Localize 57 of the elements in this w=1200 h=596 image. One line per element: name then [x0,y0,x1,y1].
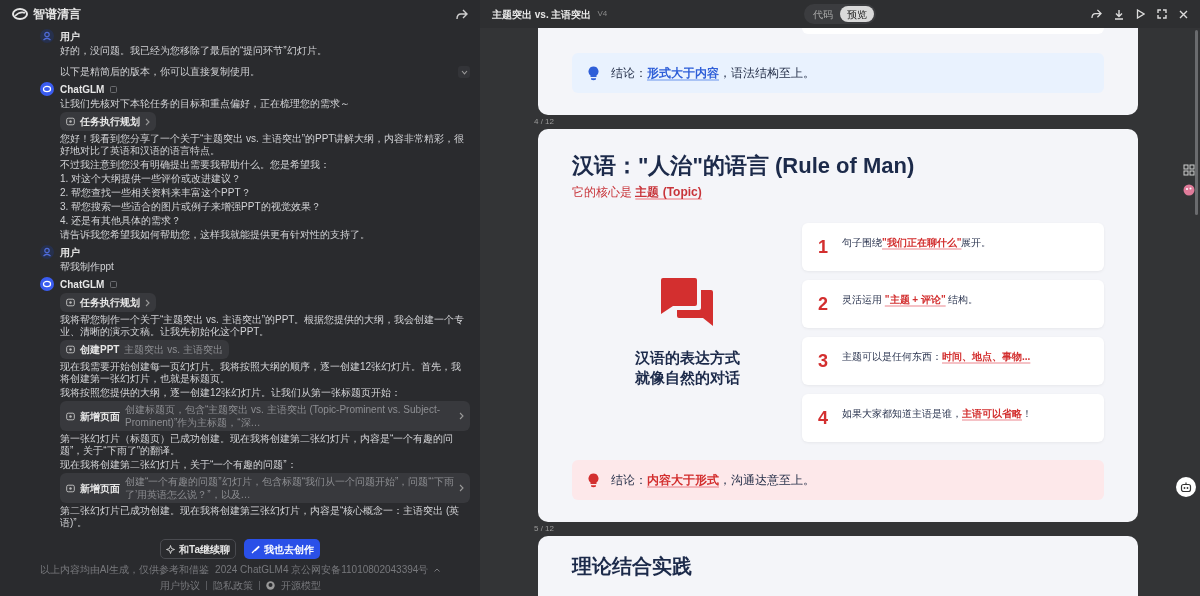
message-text: 现在我需要开始创建每一页幻灯片。我将按照大纲的顺序，逐一创建12张幻灯片。首先，我将创建第一张幻灯片，也就是标题页。 [60,361,463,385]
document-title: 主题突出 vs. 主语突出 [492,7,592,22]
chip-label: 任务执行规划 [80,296,140,310]
message-text: 不过我注意到您没有明确提出需要我帮助什么。您是希望我： [60,159,331,171]
message-text: 请告诉我您希望我如何帮助您，这样我就能提供更有针对性的支持了。 [60,229,371,241]
point-number: 3 [818,349,829,373]
author-name: ChatGLM [60,277,105,292]
message-text: 1. 对这个大纲提供一些评价或改进建议？ [60,173,243,185]
slide-caption: 就像自然的对话 [634,367,740,388]
chip-detail: 创建标题页，包含“主题突出 vs. 主语突出 (Topic-Prominent vs. Subject-Prominent)”作为主标题，“深… [125,403,442,429]
tool-call-chip[interactable]: 任务执行规划 [60,293,156,312]
point-text: 如果大家都知道主语是谁，主语可以省略！ [842,406,1032,421]
message-text: 以下是精简后的版本，你可以直接复制使用。 [60,66,261,78]
point-text: 主题可以是任何东西：时间、地点、事物... [842,349,1031,364]
message-text: 您好！我看到您分享了一个关于“主题突出 vs. 主语突出”的PPT讲解大纲，内容非常精彩，很好地对比了英语和汉语的语言特点。 [60,133,466,157]
tool-call-chip[interactable]: 创建PPT 主题突出 vs. 主语突出 [60,340,229,359]
message-text: 3. 帮您搜索一些适合的图片或例子来增强PPT的视觉效果？ [60,201,322,213]
page-number: 4 / 12 [534,116,554,128]
page-number: 5 / 12 [534,523,554,535]
chip-label: 新增页面 [80,481,120,496]
slide-caption: 汉语的表达方式 [634,347,740,368]
continue-chat-button[interactable]: 和Ta继续聊 [160,539,236,559]
point-number: 1 [818,235,829,259]
copyright-text: 2024 ChatGLM4 京公网安备11010802043394号 [215,563,429,577]
message-text: 我将帮您制作一个关于“主题突出 vs. 主语突出”的PPT。根据您提供的大纲，我会创建一个专业、清晰的演示文稿。让我先初始化这个PPT。 [60,314,466,338]
author-name: 用户 [60,29,80,44]
message-text: 我将按照您提供的大纲，逐一创建12张幻灯片。让我们从第一张标题页开始： [60,387,403,399]
app-name: 智谱清言 [33,6,81,23]
message-text: 好的，没问题。我已经为您移除了最后的“提问环节”幻灯片。 [60,45,328,57]
message-text: 第二张幻灯片已成功创建。现在我将创建第三张幻灯片，内容是“核心概念一：主语突出 (英语)”。 [60,505,461,529]
message-text: 帮我制作ppt [60,261,115,273]
point-text: 灵活运用 "主题 + 评论" 结构。 [842,292,979,307]
chip-label: 创建PPT [80,343,120,357]
slide-title: 汉语："人治"的语言 (Rule of Man) [571,152,916,180]
conclusion-text: 结论：形式大于内容，语法结构至上。 [611,65,815,82]
tool-call-chip[interactable]: 新增页面 创建标题页，包含“主题突出 vs. 主语突出 (Topic-Prominent vs. Subject-Prominent)”作为主标题，“深… [60,401,470,431]
slide-title: 理论结合实践 [570,554,693,578]
message-text: 让我们先核对下本轮任务的目标和重点偏好，正在梳理您的需求～ [60,98,351,110]
create-button[interactable]: 我也去创作 [244,539,320,559]
message-text: 第一张幻灯片（标题页）已成功创建。现在我将创建第二张幻灯片，内容是“一个有趣的问题”，关于“下雨了”的翻译。 [60,433,455,457]
message-text: 2. 帮您查找一些相关资料来丰富这个PPT？ [60,187,252,199]
message-text: 4. 还是有其他具体的需求？ [60,215,183,227]
point-number: 4 [818,406,829,430]
view-tab[interactable]: 预览 [840,6,874,22]
slide-subtitle: 它的核心是 主题 (Topic) [571,184,703,201]
chip-label: 任务执行规划 [80,115,140,129]
view-tab[interactable]: 代码 [806,6,840,22]
conclusion-text: 结论：内容大于形式，沟通达意至上。 [611,472,815,489]
point-number: 2 [818,292,829,316]
version-label: V4 [597,8,608,20]
point-text: 句子围绕"我们正在聊什么"展开。 [842,235,992,250]
chip-label: 新增页面 [80,409,120,424]
message-text: 现在我将创建第二张幻灯片，关于“一个有趣的问题”： [60,459,298,471]
tool-call-chip[interactable]: 任务执行规划 [60,112,156,131]
chip-detail: 主题突出 vs. 主语突出 [124,343,223,356]
author-name: 用户 [60,245,80,260]
author-name: ChatGLM [60,82,105,97]
